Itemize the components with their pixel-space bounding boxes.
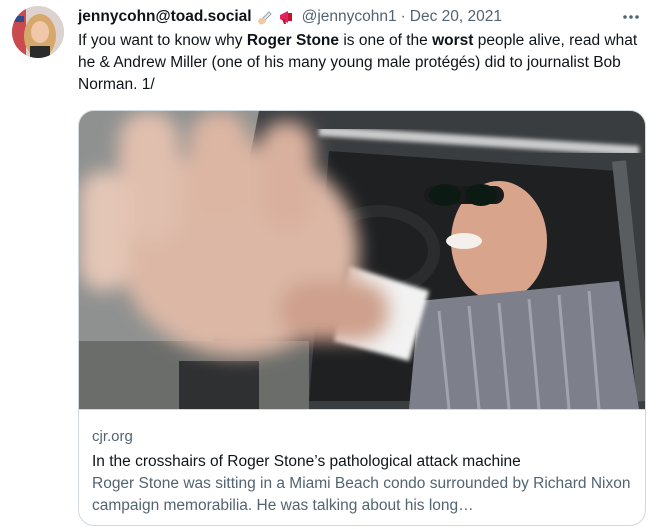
tweet-header: jennycohn@toad.social @jennycohn1 · Dec … (78, 6, 642, 28)
tweet-text-part: is one of the (339, 32, 433, 49)
tweet[interactable]: jennycohn@toad.social @jennycohn1 · Dec … (0, 0, 658, 529)
author-handle[interactable]: @jennycohn1 (302, 8, 397, 26)
tweet-text-bold: worst (432, 32, 474, 49)
author-name[interactable]: jennycohn@toad.social (78, 8, 252, 26)
card-domain: cjr.org (92, 428, 133, 445)
megaphone-icon (278, 9, 296, 25)
tweet-text-part: If you want to know why (78, 32, 247, 49)
tweet-text-bold: Roger Stone (246, 32, 340, 49)
link-card[interactable]: cjr.org In the crosshairs of Roger Stone… (78, 110, 646, 526)
more-options-button[interactable] (620, 6, 642, 28)
tweet-text: If you want to know why Roger Stone is o… (78, 30, 648, 96)
link-card-image[interactable] (79, 111, 645, 409)
card-description: Roger Stone was sitting in a Miami Beach… (92, 475, 631, 514)
header-separator: · (400, 8, 406, 25)
link-card-body[interactable]: cjr.org In the crosshairs of Roger Stone… (92, 427, 633, 517)
avatar[interactable] (12, 6, 64, 58)
more-icon (623, 15, 639, 19)
card-divider (79, 409, 645, 410)
tweet-date[interactable]: Dec 20, 2021 (410, 8, 502, 26)
card-title: In the crosshairs of Roger Stone’s patho… (92, 453, 521, 470)
writing-hand-icon (256, 9, 274, 25)
